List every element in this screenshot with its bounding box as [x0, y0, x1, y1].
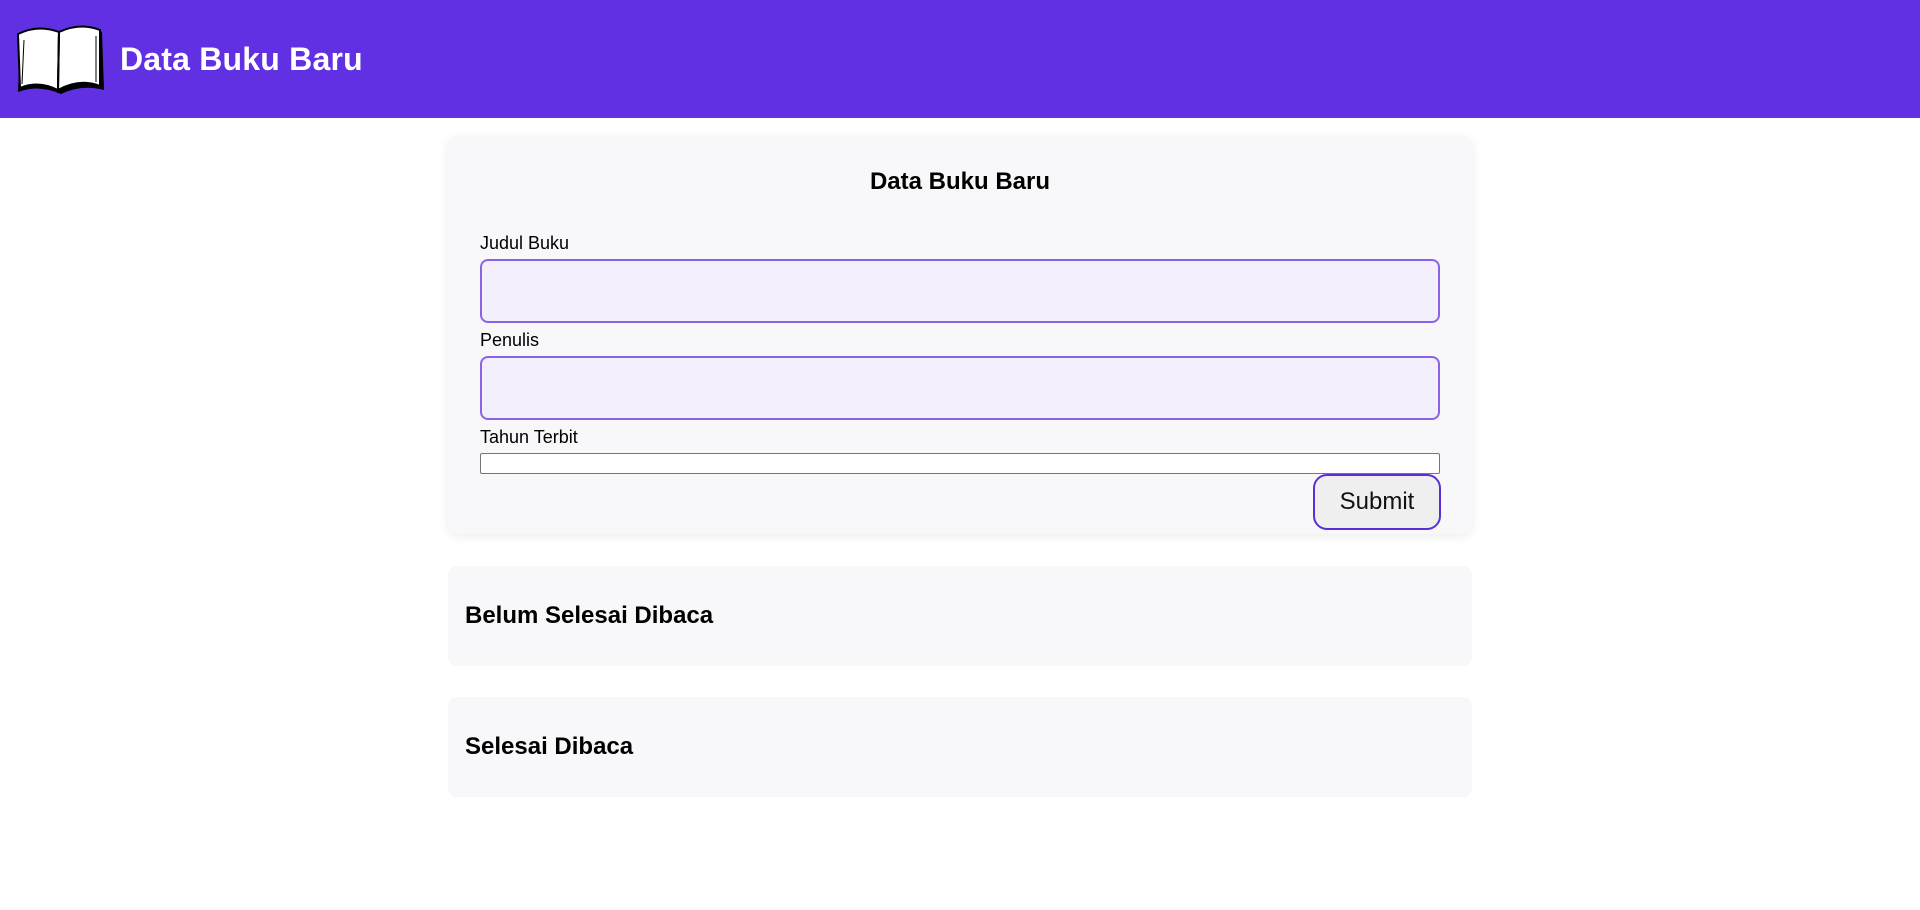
submit-button[interactable]: Submit	[1313, 474, 1441, 530]
incomplete-bookshelf: Belum Selesai Dibaca	[448, 566, 1472, 666]
title-input[interactable]	[480, 259, 1440, 323]
title-label: Judul Buku	[480, 233, 570, 253]
form-title: Data Buku Baru	[869, 168, 1051, 195]
author-label: Penulis	[480, 330, 540, 350]
year-label: Tahun Terbit	[480, 427, 578, 447]
author-input[interactable]	[480, 356, 1440, 420]
complete-shelf-title: Selesai Dibaca	[465, 733, 634, 760]
year-input[interactable]	[480, 453, 1440, 474]
complete-bookshelf: Selesai Dibaca	[448, 697, 1472, 797]
book-form-card: Data Buku Baru Judul Buku Penulis Tahun …	[448, 136, 1472, 534]
app-header: Data Buku Baru	[0, 0, 1920, 118]
incomplete-shelf-title: Belum Selesai Dibaca	[465, 602, 714, 629]
app-title: Data Buku Baru	[120, 40, 363, 77]
open-book-icon	[16, 25, 104, 95]
